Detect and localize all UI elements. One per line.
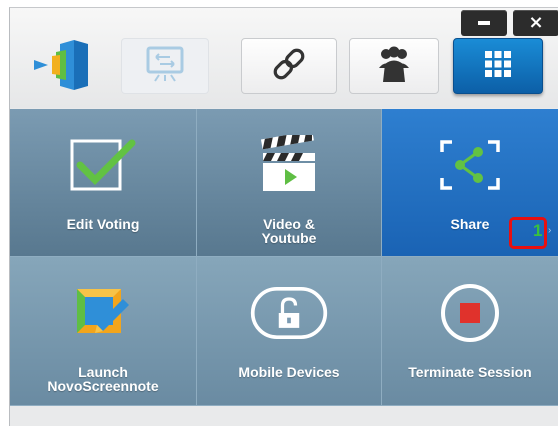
presentation-screen-icon — [144, 45, 186, 88]
chevron-right-icon: › — [548, 225, 552, 236]
share-icon — [430, 125, 510, 205]
users-group-icon — [374, 44, 414, 89]
tile-video-youtube[interactable]: Video & Youtube — [197, 109, 382, 257]
tile-label: Share — [450, 216, 490, 232]
status-footer — [10, 406, 558, 426]
link-button[interactable] — [241, 38, 337, 94]
tile-edit-voting[interactable]: Edit Voting — [10, 109, 197, 257]
close-icon: × — [528, 12, 544, 33]
checkbox-check-icon — [63, 125, 143, 205]
tile-share[interactable]: Share 1 › — [382, 109, 558, 257]
tile-terminate-session[interactable]: Terminate Session — [382, 257, 558, 406]
tile-launch-novoscreennote[interactable]: Launch NovoScreennote — [10, 257, 197, 406]
tile-label: Mobile Devices — [238, 364, 340, 380]
grid-menu-button[interactable] — [453, 38, 543, 94]
tile-label: Terminate Session — [408, 364, 532, 380]
clapperboard-play-icon — [249, 125, 329, 205]
close-button[interactable]: × — [513, 10, 558, 36]
minimize-button[interactable] — [461, 10, 507, 36]
tile-label: Launch NovoScreennote — [47, 364, 159, 394]
stop-icon — [430, 273, 510, 353]
screennote-icon — [63, 273, 143, 353]
step-marker: 1 — [533, 221, 543, 240]
users-group-button[interactable] — [349, 38, 439, 94]
toolbar: × — [10, 8, 558, 108]
function-tiles: Edit Voting Video & Youtube Share 1 › La… — [10, 109, 558, 406]
tile-label: Video & Youtube — [261, 216, 317, 246]
presentation-screen-button[interactable] — [121, 38, 209, 94]
link-icon — [269, 44, 309, 89]
app-window: × Edit Voting Video & Youtube Share 1 › … — [9, 7, 558, 426]
tile-mobile-devices[interactable]: Mobile Devices — [197, 257, 382, 406]
grid-menu-icon — [484, 50, 512, 83]
tile-label: Edit Voting — [66, 216, 140, 232]
novo-logo-icon[interactable] — [30, 36, 98, 94]
unlock-icon — [249, 273, 329, 353]
minimize-icon — [478, 21, 490, 25]
